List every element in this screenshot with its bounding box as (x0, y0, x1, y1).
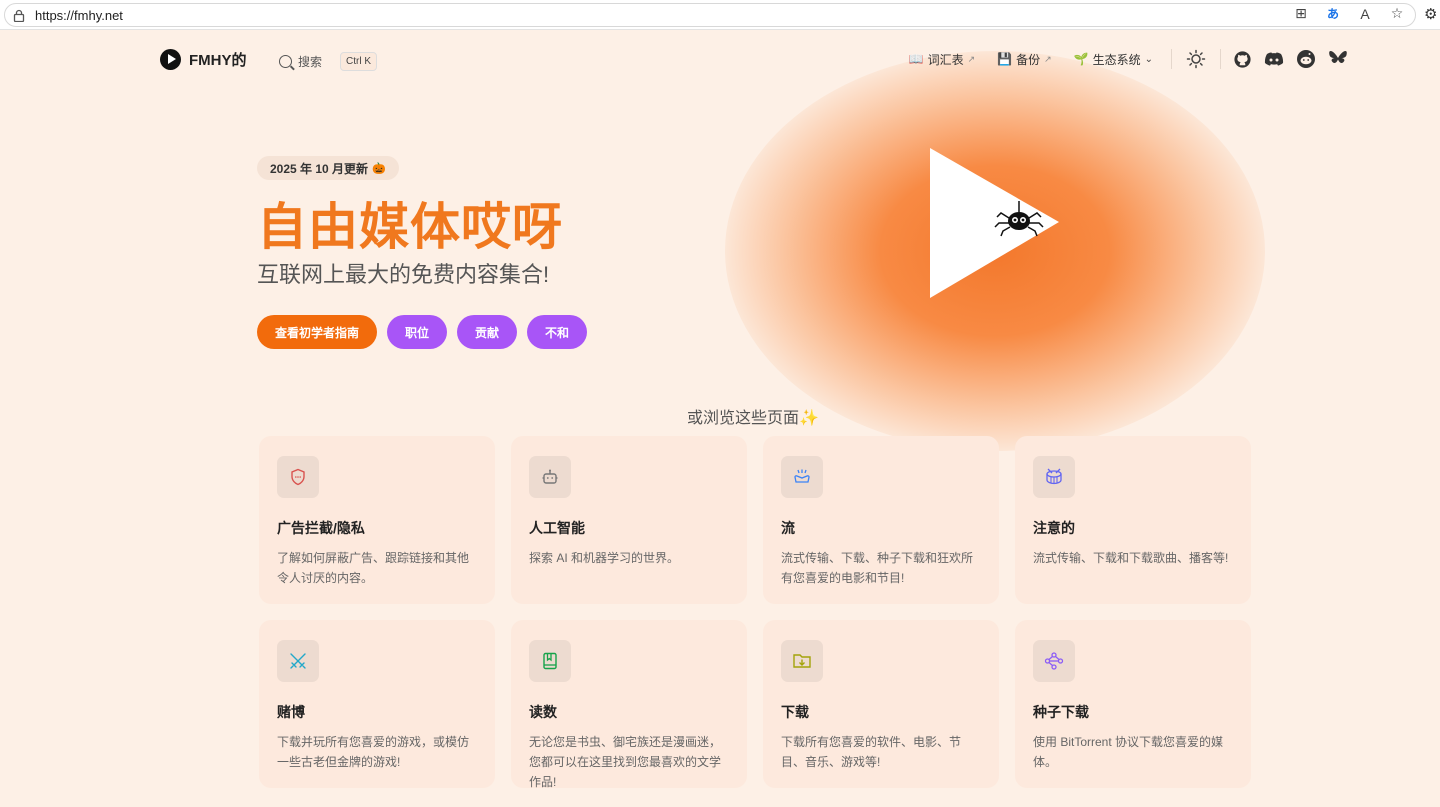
site-logo[interactable]: FMHY的 (160, 49, 247, 70)
card-torrenting[interactable]: 种子下载 使用 BitTorrent 协议下载您喜爱的媒体。 (1015, 620, 1251, 788)
pumpkin-icon: 🎃 (372, 162, 386, 175)
hero-title: 自由媒体哎呀 (257, 199, 563, 255)
read-aloud-icon[interactable]: A (1356, 6, 1374, 22)
browser-toolbar: https://fmhy.net ⊞ あ A ☆ ⚙ (0, 0, 1440, 30)
lock-icon (13, 9, 25, 22)
search-shortcut: Ctrl K (340, 51, 378, 71)
search-icon (279, 54, 292, 68)
hero-subtitle: 互联网上最大的免费内容集合! (257, 262, 550, 287)
apps-icon[interactable]: ⊞ (1292, 5, 1310, 22)
nav-link-glossary[interactable]: 📖 词汇表 ↗ (909, 51, 976, 68)
beginner-guide-button[interactable]: 查看初学者指南 (257, 315, 378, 349)
category-grid: 广告拦截/隐私 了解如何屏蔽广告、跟踪链接和其他令人讨厌的内容。 人工智能 探索… (259, 436, 1251, 789)
card-downloading[interactable]: 下载 下载所有您喜爱的软件、电影、节目、音乐、游戏等! (763, 620, 999, 788)
book-icon: 📖 (908, 52, 924, 66)
robot-icon (529, 456, 571, 498)
floppy-disk-icon: 💾 (997, 52, 1013, 66)
github-icon[interactable] (1233, 50, 1252, 69)
contribute-button[interactable]: 贡献 (457, 315, 518, 349)
card-description: 下载所有您喜爱的软件、电影、节目、音乐、游戏等! (781, 735, 962, 769)
card-title: 广告拦截/隐私 (277, 520, 365, 536)
address-bar[interactable]: https://fmhy.net (4, 3, 1416, 27)
search-label: 搜索 (298, 54, 323, 69)
hero-actions: 查看初学者指南 职位 贡献 不和 (257, 315, 588, 349)
card-adblock-privacy[interactable]: 广告拦截/隐私 了解如何屏蔽广告、跟踪链接和其他令人讨厌的内容。 (259, 436, 495, 604)
discord-icon[interactable] (1264, 50, 1284, 69)
nav-link-backup[interactable]: 💾 备份 ↗ (997, 51, 1052, 68)
bluesky-icon[interactable] (1328, 50, 1348, 68)
browse-heading: 或浏览这些页面✨ (687, 410, 819, 427)
discord-button[interactable]: 不和 (527, 315, 588, 349)
card-title: 流 (781, 520, 795, 536)
url-text: https://fmhy.net (35, 7, 123, 23)
card-title: 种子下载 (1033, 704, 1089, 720)
card-audio[interactable]: 注意的 流式传输、下载和下载歌曲、播客等! (1015, 436, 1251, 604)
play-spider-logo-icon (930, 148, 1059, 298)
nav-link-ecosystem[interactable]: 🌱 生态系统 ⌄ (1074, 51, 1153, 68)
card-description: 探索 AI 和机器学习的世界。 (529, 551, 680, 565)
nav-divider (1171, 49, 1172, 69)
card-description: 了解如何屏蔽广告、跟踪链接和其他令人讨厌的内容。 (277, 551, 470, 585)
jobs-button[interactable]: 职位 (387, 315, 448, 349)
theme-toggle-sun-icon[interactable] (1186, 49, 1206, 69)
social-links (1233, 49, 1348, 69)
external-link-icon: ↗ (1044, 53, 1052, 64)
card-ai[interactable]: 人工智能 探索 AI 和机器学习的世界。 (511, 436, 747, 604)
badge-text: 2025 年 10 月更新 (270, 161, 369, 176)
card-description: 无论您是书虫、御宅族还是漫画迷，您都可以在这里找到您最喜欢的文学作品! (529, 735, 722, 789)
browser-actions: ⊞ あ A ☆ (1292, 5, 1406, 22)
card-gaming[interactable]: 赌博 下载并玩所有您喜爱的游戏，或模仿一些古老但金牌的游戏! (259, 620, 495, 788)
reddit-icon[interactable] (1296, 49, 1316, 69)
shield-icon (277, 456, 319, 498)
nav-link-label: 生态系统 (1092, 52, 1141, 67)
tv-icon (781, 456, 823, 498)
nav-link-label: 词汇表 (927, 52, 964, 67)
external-link-icon: ↗ (967, 53, 976, 64)
card-description: 流式传输、下载和下载歌曲、播客等! (1033, 551, 1229, 565)
page: FMHY的 搜索 Ctrl K 📖 词汇表 ↗ 💾 备份 ↗ 🌱 生态系统 ⌄ (0, 31, 1440, 807)
extensions-icon[interactable]: ⚙ (1424, 5, 1440, 25)
card-title: 赌博 (277, 704, 305, 720)
nav-divider (1220, 49, 1221, 69)
card-title: 读数 (529, 704, 557, 720)
translate-icon[interactable]: あ (1324, 5, 1342, 22)
card-title: 下载 (781, 704, 809, 720)
card-description: 流式传输、下载、种子下载和狂欢所有您喜爱的电影和节目! (781, 551, 974, 585)
site-nav: FMHY的 搜索 Ctrl K 📖 词汇表 ↗ 💾 备份 ↗ 🌱 生态系统 ⌄ (0, 31, 1440, 89)
search-button[interactable]: 搜索 Ctrl K (271, 49, 385, 73)
nav-right: 📖 词汇表 ↗ 💾 备份 ↗ 🌱 生态系统 ⌄ (887, 49, 1348, 69)
favorite-star-icon[interactable]: ☆ (1388, 5, 1406, 22)
card-title: 人工智能 (529, 520, 585, 536)
swords-icon (277, 640, 319, 682)
logo-text: FMHY的 (189, 52, 247, 69)
book-open-icon (529, 640, 571, 682)
play-logo-icon (160, 49, 181, 70)
nav-link-label: 备份 (1016, 52, 1041, 67)
chevron-down-icon: ⌄ (1144, 53, 1153, 65)
card-description: 使用 BitTorrent 协议下载您喜爱的媒体。 (1033, 735, 1224, 769)
folder-download-icon (781, 640, 823, 682)
update-badge[interactable]: 2025 年 10 月更新 🎃 (257, 156, 399, 180)
card-reading[interactable]: 读数 无论您是书虫、御宅族还是漫画迷，您都可以在这里找到您最喜欢的文学作品! (511, 620, 747, 789)
drum-icon (1033, 456, 1075, 498)
network-icon (1033, 640, 1075, 682)
card-streaming[interactable]: 流 流式传输、下载、种子下载和狂欢所有您喜爱的电影和节目! (763, 436, 999, 604)
card-description: 下载并玩所有您喜爱的游戏，或模仿一些古老但金牌的游戏! (277, 735, 470, 769)
sprout-icon: 🌱 (1073, 52, 1089, 66)
card-title: 注意的 (1033, 520, 1075, 536)
